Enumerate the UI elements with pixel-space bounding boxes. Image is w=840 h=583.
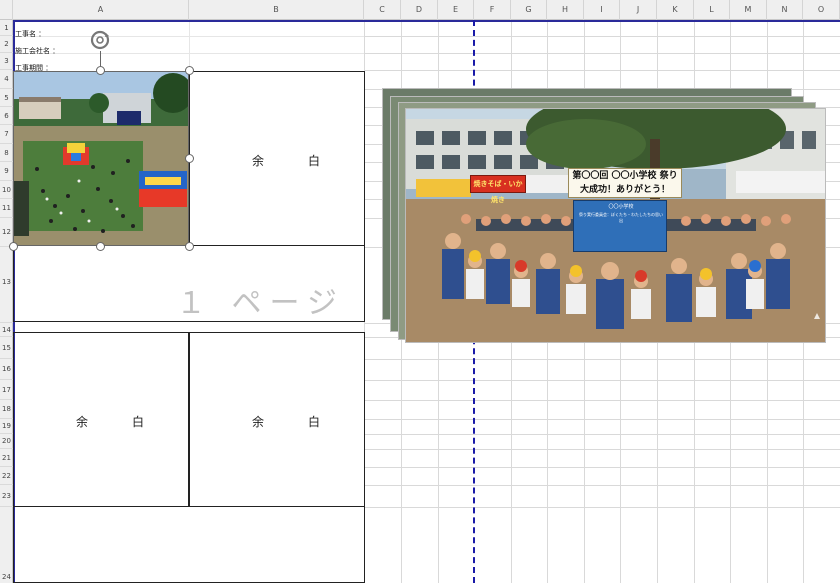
row-header-14[interactable]: 14 bbox=[0, 323, 13, 337]
festival-banner-line2: 大成功！ありがとう！ bbox=[579, 185, 670, 195]
contractor-label: 施工会社名 ： bbox=[15, 47, 60, 55]
row-header: 1 2 3 4 5 6 7 8 9 10 11 12 13 14 15 16 1… bbox=[0, 20, 13, 583]
row-header-15[interactable]: 15 bbox=[0, 337, 13, 359]
column-header-c[interactable]: C bbox=[364, 0, 401, 20]
row-header-18[interactable]: 18 bbox=[0, 400, 13, 419]
row-header-24[interactable]: 24 bbox=[0, 507, 13, 583]
festival-banner: 第〇〇回 〇〇小学校 祭り 大成功！ありがとう！ bbox=[568, 168, 682, 198]
row-header-22[interactable]: 22 bbox=[0, 467, 13, 485]
resize-handle-right[interactable] bbox=[185, 154, 194, 163]
yakisoba-banner: 焼きそば・いか焼き bbox=[470, 175, 526, 204]
row-header-2[interactable]: 2 bbox=[0, 36, 13, 53]
resize-handle-top[interactable] bbox=[96, 66, 105, 75]
row-header-1[interactable]: 1 bbox=[0, 20, 13, 36]
column-header-e[interactable]: E bbox=[438, 0, 474, 20]
column-header-l[interactable]: L bbox=[694, 0, 730, 20]
yohaku-label-2a: 余 白 bbox=[76, 415, 161, 429]
festival-banner-line1: 第〇〇回 〇〇小学校 祭り bbox=[572, 171, 678, 181]
row-header-17[interactable]: 17 bbox=[0, 380, 13, 400]
row-header-4[interactable]: 4 bbox=[0, 70, 13, 89]
row-header-19[interactable]: 19 bbox=[0, 419, 13, 434]
column-header-i[interactable]: I bbox=[584, 0, 620, 20]
row-header-5[interactable]: 5 bbox=[0, 89, 13, 107]
spreadsheet-sheet[interactable]: A B C D E F G H I J K L M N O 1 2 3 4 5 … bbox=[0, 0, 840, 583]
row-header-6[interactable]: 6 bbox=[0, 107, 13, 125]
row-header-16[interactable]: 16 bbox=[0, 359, 13, 380]
column-header-f[interactable]: F bbox=[474, 0, 511, 20]
row-header-9[interactable]: 9 bbox=[0, 162, 13, 181]
row-header-10[interactable]: 10 bbox=[0, 181, 13, 199]
column-header-m[interactable]: M bbox=[730, 0, 767, 20]
column-header-a[interactable]: A bbox=[13, 0, 189, 20]
project-name-label: 工事名 ： bbox=[15, 30, 46, 38]
row-header-21[interactable]: 21 bbox=[0, 449, 13, 467]
school-board-subtitle: 祭り実行委員会：ぼくたち・わたしたちの思い出 bbox=[579, 212, 663, 223]
row-header-20[interactable]: 20 bbox=[0, 434, 13, 449]
school-display-board: 〇〇小学校 祭り実行委員会：ぼくたち・わたしたちの思い出 bbox=[573, 200, 667, 252]
row-header-7[interactable]: 7 bbox=[0, 125, 13, 144]
column-header-g[interactable]: G bbox=[511, 0, 547, 20]
row-header-13[interactable]: 13 bbox=[0, 247, 13, 323]
resize-handle-top-right[interactable] bbox=[185, 66, 194, 75]
column-header-o[interactable]: O bbox=[803, 0, 840, 20]
row-header-23[interactable]: 23 bbox=[0, 485, 13, 507]
row-header-3[interactable]: 3 bbox=[0, 53, 13, 70]
resize-handle-bottom-right[interactable] bbox=[185, 242, 194, 251]
rotate-icon[interactable] bbox=[89, 29, 111, 51]
column-header-b[interactable]: B bbox=[189, 0, 364, 20]
page-number-watermark: １ ページ bbox=[176, 286, 345, 321]
resize-handle-bottom-left[interactable] bbox=[9, 242, 18, 251]
school-board-title: 〇〇小学校 bbox=[608, 204, 634, 210]
column-header: A B C D E F G H I J K L M N O bbox=[0, 0, 840, 20]
rotate-stem bbox=[100, 51, 101, 66]
select-all-corner[interactable] bbox=[0, 0, 13, 20]
resize-handle-bottom[interactable] bbox=[96, 242, 105, 251]
print-area-top-border bbox=[13, 20, 840, 22]
column-header-d[interactable]: D bbox=[401, 0, 438, 20]
column-header-k[interactable]: K bbox=[657, 0, 694, 20]
column-header-j[interactable]: J bbox=[620, 0, 657, 20]
row-header-8[interactable]: 8 bbox=[0, 144, 13, 162]
yohaku-label-1b: 余 白 bbox=[252, 154, 337, 168]
selection-frame[interactable] bbox=[13, 71, 189, 246]
row-header-11[interactable]: 11 bbox=[0, 199, 13, 218]
yohaku-label-2b: 余 白 bbox=[252, 415, 337, 429]
column-header-n[interactable]: N bbox=[767, 0, 803, 20]
column-header-h[interactable]: H bbox=[547, 0, 584, 20]
